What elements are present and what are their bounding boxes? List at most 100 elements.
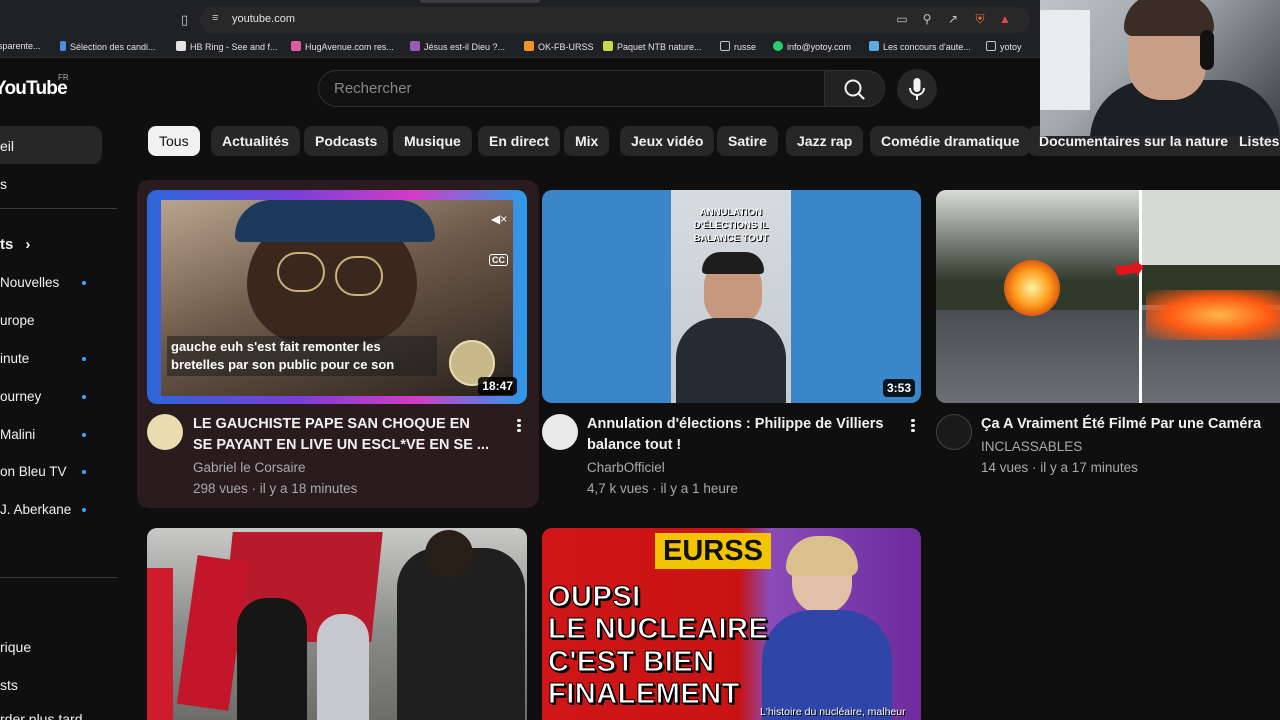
search-input[interactable] <box>334 71 814 106</box>
video-thumbnail[interactable]: ◀× CC gauche euh s'est fait remonter les… <box>147 190 527 404</box>
chip-video-games[interactable]: Jeux vidéo <box>620 126 715 156</box>
speaker-jacket <box>762 610 892 720</box>
bookmark-item[interactable]: yotoy <box>986 41 1022 52</box>
bookmark-item[interactable]: OK-FB-URSS <box>524 41 594 52</box>
thumbnail-headline: OUPSI <box>548 581 641 614</box>
sidebar-active-highlight <box>0 126 102 164</box>
chip-news[interactable]: Actualités <box>211 126 300 156</box>
thumbnail-headline: FINALEMENT <box>548 678 740 711</box>
share-icon[interactable]: ↗ <box>946 12 960 26</box>
bookmark-item[interactable]: sparente... <box>0 41 41 51</box>
chip-live[interactable]: En direct <box>478 126 560 156</box>
channel-avatar[interactable] <box>147 414 183 450</box>
view-count: 14 vues <box>981 460 1029 475</box>
site-info-icon[interactable]: ≡ <box>212 12 218 24</box>
thumbnail-hair <box>702 252 764 274</box>
red-flag <box>147 568 173 720</box>
tab-edge <box>420 0 540 3</box>
thumbnail-body <box>676 318 786 403</box>
webcam-person-hair <box>1124 0 1214 36</box>
video-thumbnail[interactable] <box>147 528 527 720</box>
zoom-icon[interactable]: ⚲ <box>920 12 934 26</box>
new-content-dot <box>82 395 86 399</box>
bookmark-item[interactable]: Paquet NTB nature... <box>603 41 702 52</box>
eurss-badge: EURSS <box>655 533 771 569</box>
mute-icon[interactable]: ◀× <box>491 212 507 226</box>
video-thumbnail[interactable]: ANNULATION D'ÉLECTIONS IL BALANCE TOUT 3… <box>542 190 921 403</box>
more-options-icon[interactable] <box>516 417 522 435</box>
bookmark-item[interactable]: HB Ring - See and f... <box>176 41 278 52</box>
sidebar-channel[interactable]: urope <box>0 313 35 328</box>
cc-icon[interactable]: CC <box>489 254 508 266</box>
sidebar-divider <box>0 208 117 209</box>
search-button[interactable] <box>824 70 885 107</box>
bookmark-item[interactable]: Sélection des candi... <box>60 41 156 52</box>
doc-icon <box>60 41 66 51</box>
video-duration: 18:47 <box>478 377 517 395</box>
video-title[interactable]: Ça A Vraiment Été Filmé Par une Caméra <box>981 414 1280 435</box>
video-title[interactable]: LE GAUCHISTE PAPE SAN CHOQUE EN SE PAYAN… <box>193 414 493 456</box>
sidebar-channel[interactable]: inute <box>0 351 29 366</box>
brave-rewards-icon[interactable]: ▲ <box>998 12 1012 26</box>
thumbnail-headline: C'EST BIEN <box>548 646 715 679</box>
thumbnail-footer: L'histoire du nucléaire, malheur <box>760 706 906 718</box>
sidebar-item-watch-later[interactable]: rder plus tard <box>0 711 82 720</box>
video-thumbnail[interactable]: EURSS OUPSI LE NUCLEAIRE C'EST BIEN FINA… <box>542 528 921 720</box>
voice-search-button[interactable] <box>897 69 937 109</box>
chip-music[interactable]: Musique <box>393 126 472 156</box>
bookmark-star-icon[interactable]: ▯ <box>181 12 188 28</box>
new-content-dot <box>82 357 86 361</box>
youtube-logo[interactable]: YouTube <box>0 78 68 100</box>
channel-avatar[interactable] <box>542 414 578 450</box>
chip-podcasts[interactable]: Podcasts <box>304 126 389 156</box>
sidebar-item-home[interactable]: eil <box>0 138 14 154</box>
sidebar-channel[interactable]: ourney <box>0 389 41 404</box>
url-text[interactable]: youtube.com <box>232 13 295 25</box>
sidebar-channel[interactable]: Nouvelles <box>0 275 59 290</box>
more-options-icon[interactable] <box>910 417 916 435</box>
chip-satire[interactable]: Satire <box>717 126 778 156</box>
bookmark-item[interactable]: russe <box>720 41 756 52</box>
chevron-right-icon: › <box>25 236 31 253</box>
new-content-dot <box>82 470 86 474</box>
cast-icon[interactable]: ▭ <box>895 12 909 26</box>
folder-icon <box>720 41 730 51</box>
leaf-icon <box>603 41 613 51</box>
sidebar-subscriptions-header[interactable]: ts › <box>0 236 30 253</box>
blogger-icon <box>524 41 534 51</box>
sidebar-channel[interactable]: on Bleu TV <box>0 464 67 479</box>
video-title[interactable]: Annulation d'élections : Philippe de Vil… <box>587 414 887 456</box>
search-box[interactable] <box>318 70 826 107</box>
channel-name[interactable]: Gabriel le Corsaire <box>193 457 306 478</box>
channel-name[interactable]: CharbOfficiel <box>587 457 665 478</box>
sidebar-item-playlists[interactable]: sts <box>0 677 18 693</box>
bookmark-item[interactable]: HugAvenue.com res... <box>291 41 394 52</box>
country-code: FR <box>58 73 69 82</box>
split-divider <box>1139 190 1142 403</box>
sidebar-subscriptions-label: ts <box>0 236 14 253</box>
channel-name[interactable]: INCLASSABLES <box>981 436 1082 457</box>
fire-wave <box>1146 290 1280 340</box>
video-thumbnail[interactable]: ➥ 3 <box>936 190 1280 403</box>
folder-icon <box>986 41 996 51</box>
brave-shield-icon[interactable]: ⛨ <box>973 12 987 26</box>
view-count: 298 vues <box>193 481 248 496</box>
mail-icon <box>773 41 783 51</box>
bookmark-item[interactable]: info@yotoy.com <box>773 41 851 52</box>
bookmark-item[interactable]: Les concours d'aute... <box>869 41 971 52</box>
chip-jazz-rap[interactable]: Jazz rap <box>786 126 864 156</box>
sidebar-channel[interactable]: Malini <box>0 427 35 442</box>
faith-icon <box>410 41 420 51</box>
view-count: 4,7 k vues <box>587 481 649 496</box>
contest-icon <box>869 41 879 51</box>
chip-mix[interactable]: Mix <box>564 126 610 156</box>
channel-avatar[interactable] <box>936 414 972 450</box>
bookmark-item[interactable]: Jésus est-il Dieu ?... <box>410 41 505 52</box>
sidebar-item-shorts[interactable]: s <box>0 176 7 192</box>
sidebar-divider <box>0 577 117 578</box>
crowd-member <box>237 598 307 720</box>
sidebar-item-history[interactable]: rique <box>0 639 31 655</box>
sidebar-channel[interactable]: J. Aberkane <box>0 502 71 517</box>
chip-drama-comedy[interactable]: Comédie dramatique <box>870 126 1031 156</box>
chip-all[interactable]: Tous <box>148 126 200 156</box>
